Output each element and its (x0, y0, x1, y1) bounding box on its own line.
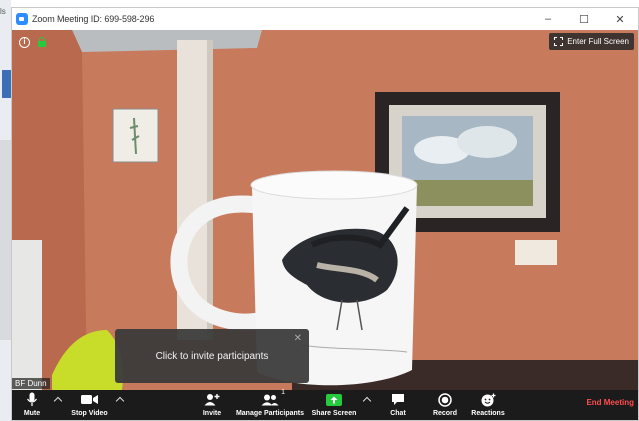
background-desktop: ls (0, 0, 11, 421)
background-panel (0, 140, 11, 340)
title-bar[interactable]: Zoom Meeting ID: 699-598-296 – ☐ ✕ (12, 8, 638, 30)
close-icon: ✕ (615, 13, 625, 26)
background-text: ls (0, 7, 6, 16)
invite-label: Invite (202, 410, 222, 417)
reactions-button[interactable]: Reactions (468, 390, 508, 420)
end-meeting-button[interactable]: End Meeting (586, 398, 634, 407)
enter-full-screen-label: Enter Full Screen (567, 37, 629, 46)
mute-button[interactable]: Mute (18, 390, 46, 420)
white-cabinet (12, 240, 42, 390)
participant-name-tag: BF Dunn (12, 378, 50, 389)
manage-participants-button[interactable]: 1 Manage Participants (234, 389, 306, 420)
participant-count-badge: 1 (281, 389, 285, 396)
share-screen-button[interactable]: Share Screen (311, 390, 357, 420)
video-options-chevron-up-icon[interactable] (116, 396, 124, 404)
share-arrow-icon (326, 390, 342, 409)
close-window-button[interactable]: ✕ (602, 8, 638, 30)
meeting-controls-toolbar: Mute Stop Video Invite 1 Manage Particip… (12, 389, 638, 420)
chat-bubble-icon (391, 390, 405, 409)
audio-options-chevron-up-icon[interactable] (54, 396, 62, 404)
participants-icon: 1 (261, 389, 285, 409)
add-user-icon (204, 390, 220, 409)
lock-icon[interactable] (38, 37, 46, 47)
share-screen-label: Share Screen (311, 410, 357, 417)
share-options-chevron-up-icon[interactable] (363, 396, 371, 404)
reaction-icon (481, 390, 496, 409)
record-label: Record (432, 410, 458, 417)
mute-label: Mute (23, 410, 41, 417)
fullscreen-icon (554, 37, 564, 46)
video-camera-icon (81, 390, 98, 409)
minimize-icon: – (544, 13, 552, 25)
invite-tooltip-text: Click to invite participants (155, 350, 269, 362)
stop-video-button[interactable]: Stop Video (67, 390, 112, 420)
invite-participants-tooltip[interactable]: Click to invite participants ✕ (115, 329, 309, 383)
tooltip-close-icon[interactable]: ✕ (294, 333, 302, 344)
record-icon (438, 390, 452, 409)
enter-full-screen-button[interactable]: Enter Full Screen (549, 33, 634, 50)
microphone-icon (26, 390, 38, 409)
door-frame-shadow (207, 40, 213, 340)
wall-plate (515, 240, 557, 265)
maximize-button[interactable]: ☐ (566, 8, 602, 30)
video-feed: i Enter Full Screen BF Dunn Click to inv… (12, 30, 638, 390)
background-blue-bar (2, 70, 11, 98)
record-button[interactable]: Record (430, 390, 460, 420)
reactions-label: Reactions (471, 410, 505, 417)
video-scene (12, 30, 638, 390)
maximize-icon: ☐ (579, 13, 589, 26)
manage-participants-label: Manage Participants (235, 410, 305, 417)
invite-button[interactable]: Invite (199, 390, 225, 420)
chat-label: Chat (390, 410, 406, 417)
zoom-meeting-window: Zoom Meeting ID: 699-598-296 – ☐ ✕ i Ent… (11, 7, 639, 421)
info-icon[interactable]: i (19, 37, 30, 48)
window-title: Zoom Meeting ID: 699-598-296 (32, 14, 155, 24)
stop-video-label: Stop Video (71, 410, 108, 417)
minimize-button[interactable]: – (530, 8, 566, 30)
chat-button[interactable]: Chat (386, 390, 410, 420)
zoom-app-icon (16, 13, 28, 25)
